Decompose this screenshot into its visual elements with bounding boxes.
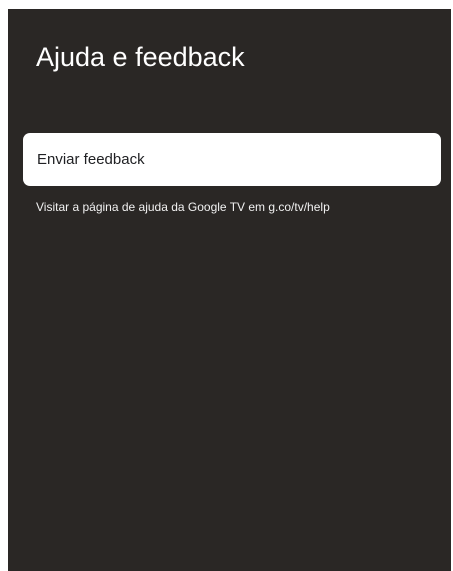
help-page-text: Visitar a página de ajuda da Google TV e…	[36, 200, 330, 214]
send-feedback-item[interactable]: Enviar feedback	[23, 133, 441, 186]
help-feedback-panel: Ajuda e feedback Enviar feedback Visitar…	[8, 9, 451, 571]
send-feedback-label: Enviar feedback	[37, 151, 145, 168]
page-title: Ajuda e feedback	[36, 42, 245, 72]
